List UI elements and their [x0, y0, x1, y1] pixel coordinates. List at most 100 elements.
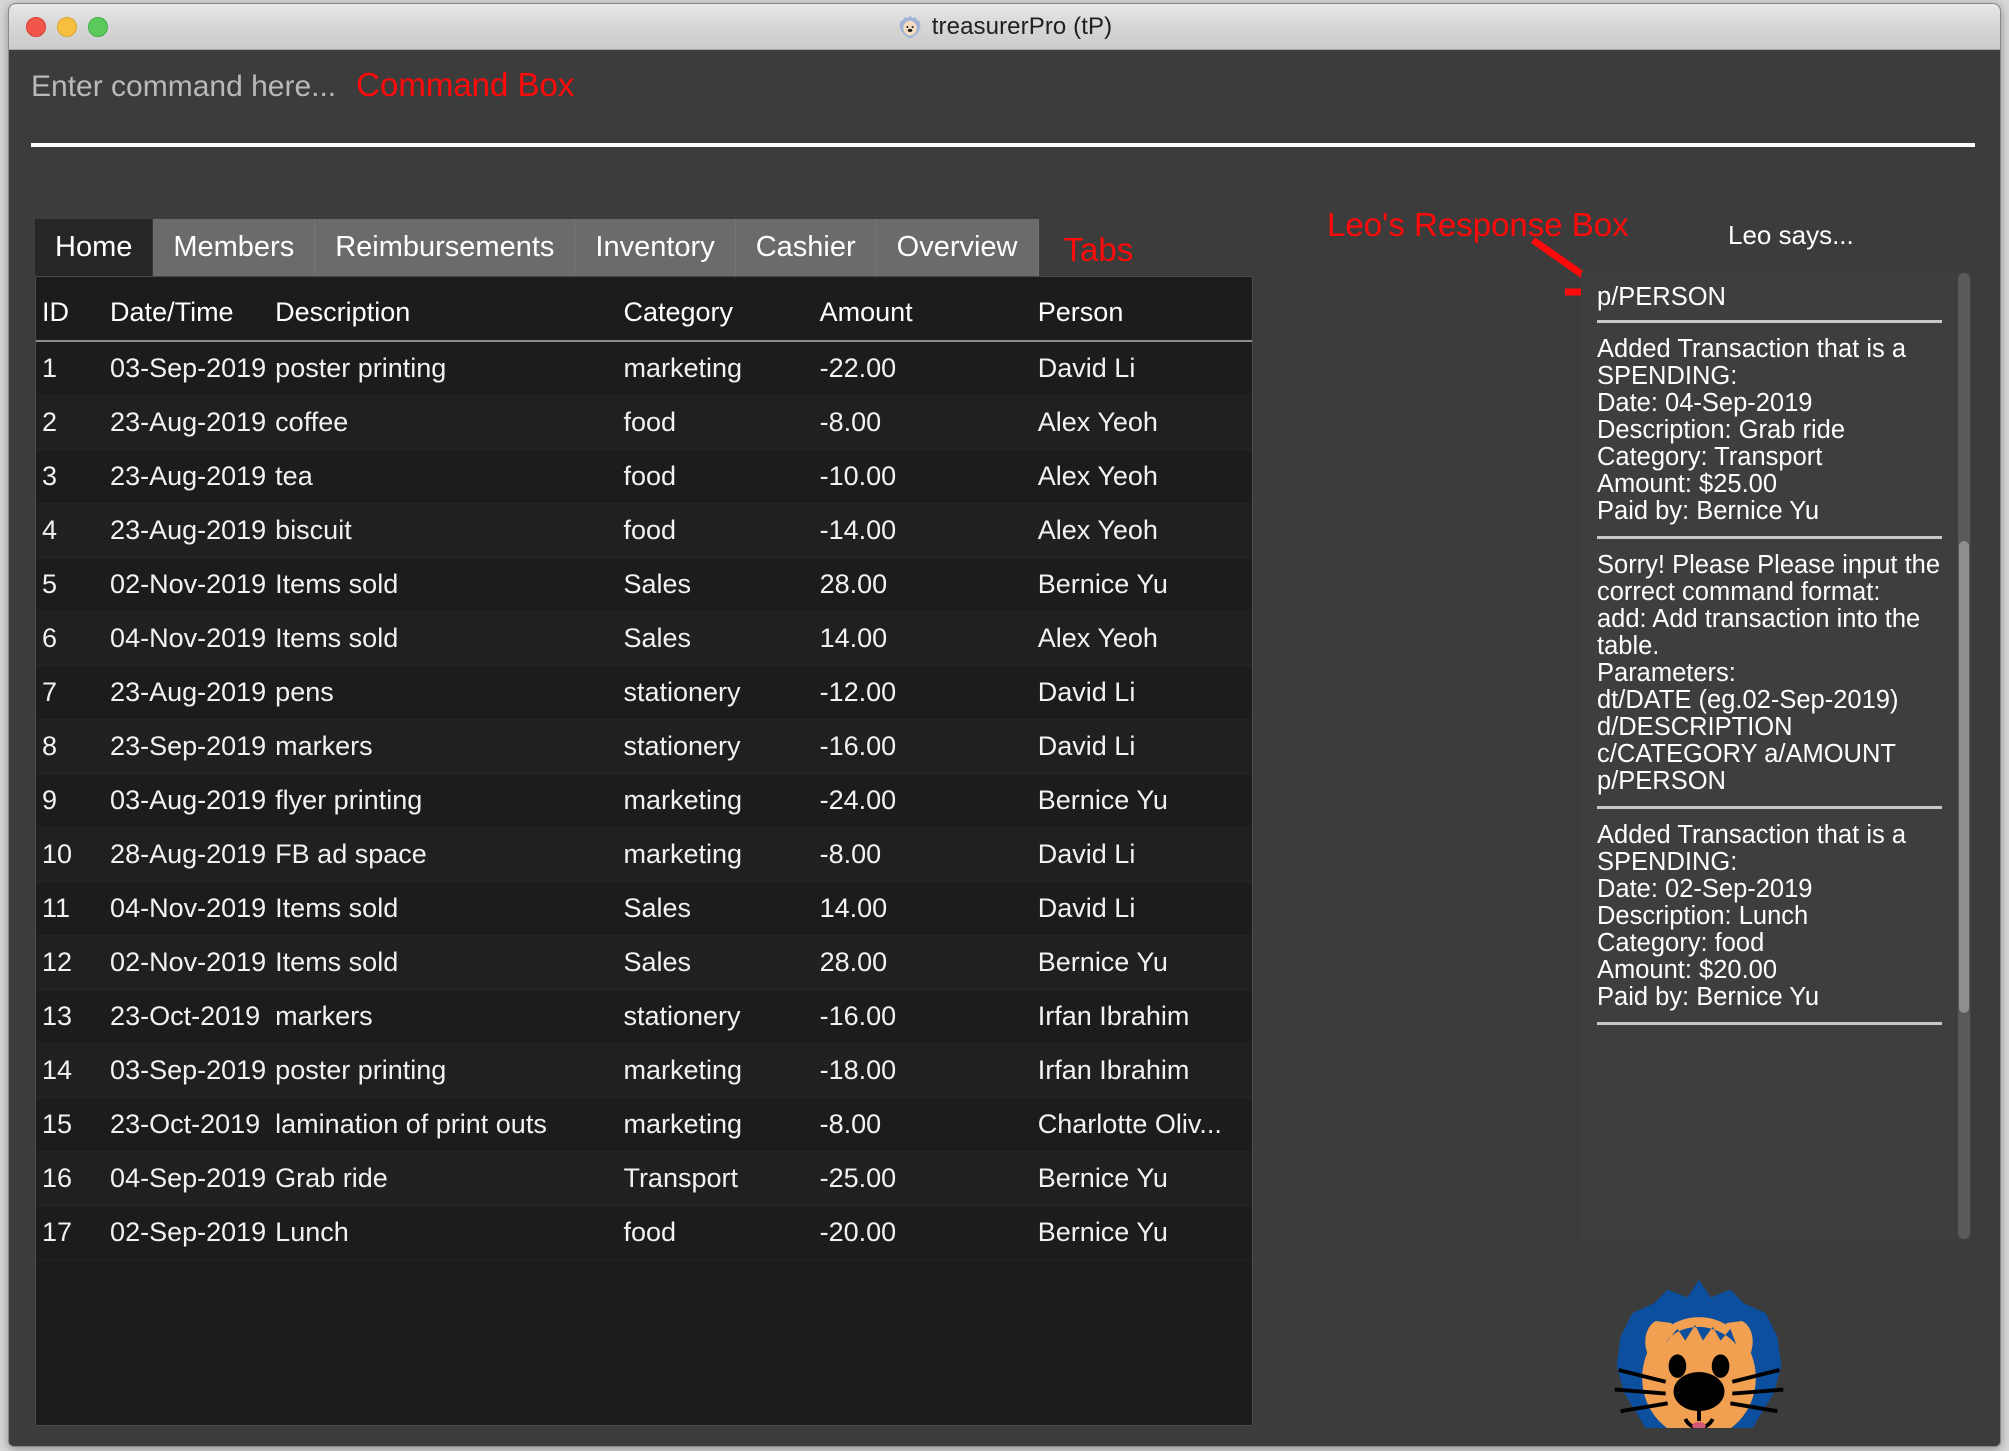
transaction-id: 3 — [36, 449, 105, 504]
transaction-amount: -24.00 — [813, 773, 1032, 828]
column-header-id[interactable]: ID — [36, 277, 105, 342]
transaction-amount: -16.00 — [813, 719, 1032, 774]
transaction-date: 04-Nov-2019 — [104, 611, 270, 666]
table-row[interactable]: 6 04-Nov-2019 Items sold Sales 14.00 Alex Yeo… — [36, 611, 1252, 666]
transaction-date: 23-Aug-2019 — [104, 503, 270, 558]
transaction-category: Sales — [617, 557, 814, 612]
leo-says-label: Leo says... — [1728, 220, 1854, 250]
table-row[interactable]: 11 04-Nov-2019 Items sold Sales 14.00 David L… — [36, 881, 1252, 936]
transaction-amount: -8.00 — [813, 827, 1032, 882]
transaction-description: Items sold — [269, 935, 618, 990]
table-row[interactable]: 13 23-Oct-2019 markers stationery -16.00 Irfa… — [36, 989, 1252, 1044]
transaction-category: food — [617, 1205, 814, 1260]
transaction-amount: -25.00 — [813, 1151, 1032, 1206]
leo-messages-list: p/PERSON Added Transaction that is a SPEN… — [1581, 270, 1958, 1242]
column-header-label: Description — [275, 297, 411, 327]
transaction-description: Items sold — [269, 611, 618, 666]
transaction-person: Bernice Yu — [1031, 773, 1252, 828]
transaction-id: 1 — [36, 341, 105, 396]
transaction-id: 15 — [36, 1097, 105, 1152]
transaction-id: 16 — [36, 1151, 105, 1206]
command-box[interactable]: Enter command here... Command Box — [31, 68, 1978, 150]
transaction-date: 02-Nov-2019 — [104, 557, 270, 612]
leo-message: Sorry! Please Please input the correct c… — [1597, 552, 1942, 810]
transaction-date: 23-Oct-2019 — [104, 989, 270, 1044]
leo-response-box[interactable]: p/PERSON Added Transaction that is a SPEN… — [1581, 270, 1972, 1242]
tab-reimbursements[interactable]: Reimbursements — [315, 219, 576, 276]
column-header-description[interactable]: Description — [269, 277, 618, 342]
table-row[interactable]: 17 02-Sep-2019 Lunch food -20.00 Bernice Yu — [36, 1205, 1252, 1260]
transaction-person: Charlotte Oliv... — [1031, 1097, 1252, 1152]
transaction-date: 23-Aug-2019 — [104, 395, 270, 450]
tab-inventory[interactable]: Inventory — [575, 219, 736, 276]
transaction-description: poster printing — [269, 1043, 618, 1098]
table-row[interactable]: 15 23-Oct-2019 lamination of print outs mar… — [36, 1097, 1252, 1152]
transaction-category: Sales — [617, 611, 814, 666]
table-row[interactable]: 5 02-Nov-2019 Items sold Sales 28.00 Bernice … — [36, 557, 1252, 612]
tab-label: Overview — [896, 231, 1018, 263]
table-row[interactable]: 7 23-Aug-2019 pens stationery -12.00 David Li — [36, 665, 1252, 720]
tab-label: Home — [55, 231, 133, 263]
table-row[interactable]: 10 28-Aug-2019 FB ad space marketing -8.00 Da… — [36, 827, 1252, 882]
transaction-category: stationery — [617, 719, 814, 774]
transaction-person: Irfan Ibrahim — [1031, 989, 1252, 1044]
table-header: ID Date/Time Description Category Amount… — [36, 277, 1252, 342]
transaction-description: lamination of print outs — [269, 1097, 618, 1152]
column-header-category[interactable]: Category — [617, 277, 814, 342]
table-row[interactable]: 8 23-Sep-2019 markers stationery -16.00 David… — [36, 719, 1252, 774]
leo-message: Added Transaction that is a SPENDING: Da… — [1597, 822, 1942, 1026]
command-input[interactable]: Enter command here... — [31, 72, 336, 102]
tab-list: Home Members Reimbursements Inventory Ca… — [35, 219, 1039, 276]
window-title: treasurerPro (tP) — [931, 12, 1113, 40]
table-row[interactable]: 1 03-Sep-2019 poster printing marketing -22.… — [36, 341, 1252, 396]
close-button[interactable] — [26, 16, 46, 37]
transaction-person: Alex Yeoh — [1031, 503, 1252, 558]
transaction-date: 03-Sep-2019 — [104, 1043, 270, 1098]
lion-icon — [899, 15, 921, 38]
transaction-id: 11 — [36, 881, 105, 936]
transaction-amount: 14.00 — [813, 881, 1032, 936]
zoom-button[interactable] — [88, 16, 108, 37]
transaction-category: marketing — [617, 341, 814, 396]
transaction-description: pens — [269, 665, 618, 720]
transaction-id: 14 — [36, 1043, 105, 1098]
title-bar: treasurerPro (tP) — [9, 4, 2000, 50]
transaction-description: tea — [269, 449, 618, 504]
transaction-category: stationery — [617, 989, 814, 1044]
minimize-button[interactable] — [57, 16, 77, 37]
transaction-amount: 14.00 — [813, 611, 1032, 666]
tab-home[interactable]: Home — [35, 219, 154, 276]
column-header-datetime[interactable]: Date/Time — [104, 277, 270, 342]
table-row[interactable]: 3 23-Aug-2019 tea food -10.00 Alex Yeoh — [36, 449, 1252, 504]
leo-scrollbar[interactable] — [1958, 273, 1970, 1239]
transaction-amount: -20.00 — [813, 1205, 1032, 1260]
tab-label: Cashier — [755, 231, 856, 263]
column-header-label: Category — [623, 297, 734, 327]
transaction-category: Sales — [617, 935, 814, 990]
transaction-category: marketing — [617, 827, 814, 882]
table-row[interactable]: 4 23-Aug-2019 biscuit food -14.00 Alex Yeoh — [36, 503, 1252, 558]
table-row[interactable]: 12 02-Nov-2019 Items sold Sales 28.00 Bernice… — [36, 935, 1252, 990]
transaction-amount: 28.00 — [813, 935, 1032, 990]
tab-members[interactable]: Members — [153, 219, 316, 276]
table-row[interactable]: 9 03-Aug-2019 flyer printing marketing -24.0… — [36, 773, 1252, 828]
leo-message: p/PERSON — [1597, 283, 1942, 324]
tab-cashier[interactable]: Cashier — [736, 219, 877, 276]
table-row[interactable]: 16 04-Sep-2019 Grab ride Transport -25.00 Ber… — [36, 1151, 1252, 1206]
transaction-category: food — [617, 449, 814, 504]
table-row[interactable]: 2 23-Aug-2019 coffee food -8.00 Alex Yeoh — [36, 395, 1252, 450]
transaction-amount: -14.00 — [813, 503, 1032, 558]
tab-overview[interactable]: Overview — [877, 219, 1039, 276]
transaction-amount: -18.00 — [813, 1043, 1032, 1098]
column-header-amount[interactable]: Amount — [813, 277, 1032, 342]
transaction-amount: -16.00 — [813, 989, 1032, 1044]
transaction-category: marketing — [617, 1097, 814, 1152]
transaction-id: 6 — [36, 611, 105, 666]
window-bottom-edge — [9, 1428, 2000, 1446]
leo-scrollbar-thumb[interactable] — [1959, 541, 1969, 1013]
transaction-amount: -12.00 — [813, 665, 1032, 720]
transactions-panel[interactable]: ID Date/Time Description Category Amount… — [35, 276, 1253, 1426]
column-header-person[interactable]: Person — [1031, 277, 1252, 342]
table-row[interactable]: 14 03-Sep-2019 poster printing marketing -18… — [36, 1043, 1252, 1098]
transaction-amount: -22.00 — [813, 341, 1032, 396]
